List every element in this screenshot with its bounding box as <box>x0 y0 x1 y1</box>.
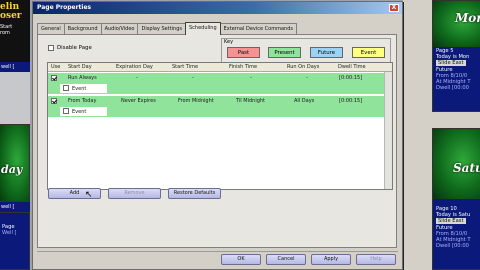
cell-run-on-days: - <box>306 75 308 81</box>
mouse-pointer-icon: ↖ <box>85 190 93 200</box>
restore-defaults-button[interactable]: Restore Defaults <box>168 188 221 199</box>
header-expiration-day[interactable]: Expiration Day <box>116 64 153 70</box>
header-finish-time[interactable]: Finish Time <box>229 64 257 70</box>
remove-button[interactable]: Remove <box>108 188 161 199</box>
tab-background[interactable]: Background <box>63 23 102 34</box>
thumbnail-dwell-bar: well [ <box>0 62 30 72</box>
color-key: Key Past Present Future Event <box>221 38 391 64</box>
page-properties-dialog: Page Properties X General Background Aud… <box>32 1 403 270</box>
header-start-day[interactable]: Start Day <box>68 64 92 70</box>
event-checkbox[interactable] <box>63 108 69 114</box>
ok-button[interactable]: OK <box>221 254 261 265</box>
thumbnail-script-text: Satu <box>453 161 480 175</box>
close-icon[interactable]: X <box>389 4 399 12</box>
thumbnail-script-text: day <box>1 163 23 176</box>
thumbnail-bottom-right[interactable]: Satu Page 10 Today is Satu Slide East Fu… <box>432 128 480 270</box>
header-start-time[interactable]: Start Time <box>172 64 198 70</box>
tab-scheduling[interactable]: Scheduling <box>185 22 221 35</box>
disable-page-row: Disable Page <box>48 45 92 51</box>
thumbnail-top-right[interactable]: Mon Page 5 Today is Mon Slide East Futur… <box>432 0 480 112</box>
cell-finish-time: - <box>250 75 252 81</box>
event-checkbox[interactable] <box>63 85 69 91</box>
cell-expiration-day: Never Expires <box>121 98 156 104</box>
dialog-title: Page Properties <box>37 4 92 11</box>
thumbnail-title-line2: oser <box>0 11 22 21</box>
disable-page-checkbox[interactable] <box>48 45 54 51</box>
header-dwell-time[interactable]: Dwell Time <box>338 64 366 70</box>
cell-dwell-time: [0:00:15] <box>339 75 363 81</box>
event-label: Event <box>72 109 87 115</box>
cell-expiration-day: - <box>136 75 138 81</box>
cancel-button[interactable]: Cancel <box>266 254 306 265</box>
schedule-row[interactable]: Run Always - - - - [0:00:15] <box>48 73 385 84</box>
cell-start-day: From Today <box>68 98 97 104</box>
thumbnail-dwell-bar-2: well [ <box>0 202 30 212</box>
disable-page-label: Disable Page <box>57 45 92 51</box>
scheduling-panel: Disable Page Key Past Present Future Eve… <box>37 34 397 248</box>
thumbnail-sub-line2: Well [ <box>2 230 17 237</box>
tab-display-settings[interactable]: Display Settings <box>137 23 186 34</box>
cell-run-on-days: All Days <box>294 98 315 104</box>
cell-start-day: Run Always <box>68 75 97 81</box>
thumbnail-script-text: Mon <box>455 11 480 25</box>
key-future: Future <box>310 47 343 58</box>
thumbnail-line: Dwell [00:00 <box>436 243 469 250</box>
key-past: Past <box>227 47 260 58</box>
thumbnail-sub-line2: rom <box>0 30 10 36</box>
cell-finish-time: Til Midnight <box>236 98 266 104</box>
event-row: Event <box>48 84 385 94</box>
thumbnail-middle-left[interactable]: day <box>0 124 30 202</box>
schedule-row[interactable]: From Today Never Expires From Midnight T… <box>48 96 385 107</box>
tab-general[interactable]: General <box>37 23 65 34</box>
help-button[interactable]: Help <box>356 254 396 265</box>
cell-start-time: - <box>192 75 194 81</box>
cell-dwell-time: [0:00:15] <box>339 98 363 104</box>
use-checkbox[interactable] <box>51 98 57 104</box>
grid-header: Use Start Day Expiration Day Start Time … <box>48 63 392 72</box>
add-button[interactable]: Add <box>48 188 101 199</box>
thumbnail-bottom-left[interactable]: Page Well [ <box>0 212 30 270</box>
header-run-on-days[interactable]: Run On Days <box>287 64 319 70</box>
tab-audio-video[interactable]: Audio/Video <box>100 23 139 34</box>
apply-button[interactable]: Apply <box>311 254 351 265</box>
use-checkbox[interactable] <box>51 75 57 81</box>
event-cell: Event <box>60 84 107 93</box>
event-label: Event <box>72 86 87 92</box>
tab-external-device-commands[interactable]: External Device Commands <box>219 23 297 34</box>
header-use[interactable]: Use <box>51 64 60 70</box>
dialog-titlebar[interactable]: Page Properties X <box>33 2 402 14</box>
tab-strip: General Background Audio/Video Display S… <box>37 22 297 35</box>
event-cell: Event <box>60 107 107 116</box>
cell-start-time: From Midnight <box>178 98 214 104</box>
grid-scrollbar[interactable] <box>384 72 392 189</box>
footer-divider <box>37 251 398 252</box>
key-present: Present <box>268 47 301 58</box>
schedule-grid: Use Start Day Expiration Day Start Time … <box>47 62 393 190</box>
thumbnail-line: Dwell [00:00 <box>436 85 469 92</box>
key-label: Key <box>224 39 234 45</box>
key-event: Event <box>352 47 385 58</box>
thumbnail-top-left[interactable]: elin oser Start rom <box>0 0 30 62</box>
event-row: Event <box>48 107 385 117</box>
